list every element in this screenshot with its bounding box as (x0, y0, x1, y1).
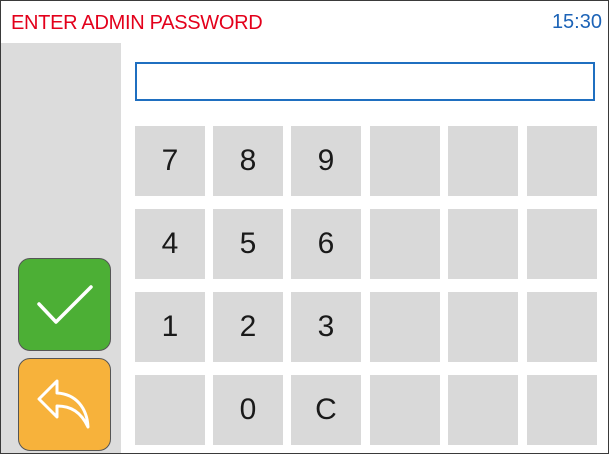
key-0[interactable]: 0 (213, 375, 283, 445)
key-blank (527, 209, 597, 279)
key-label: 4 (161, 227, 179, 260)
key-blank (370, 375, 440, 445)
key-label: 8 (239, 144, 257, 177)
back-arrow-icon (37, 379, 89, 428)
key-blank (448, 126, 518, 196)
key-label: C (315, 393, 337, 426)
checkmark-icon (36, 284, 93, 324)
key-label: 3 (317, 310, 335, 343)
page-title: ENTER ADMIN PASSWORD (11, 12, 263, 34)
key-label: 7 (161, 144, 179, 177)
key-blank (448, 292, 518, 362)
key-5[interactable]: 5 (213, 209, 283, 279)
key-clear[interactable]: C (291, 375, 361, 445)
key-blank (527, 292, 597, 362)
key-blank (448, 209, 518, 279)
key-blank (370, 126, 440, 196)
key-label: 6 (317, 227, 335, 260)
key-8[interactable]: 8 (213, 126, 283, 196)
key-blank (527, 126, 597, 196)
key-7[interactable]: 7 (135, 126, 205, 196)
key-9[interactable]: 9 (291, 126, 361, 196)
header-bar: ENTER ADMIN PASSWORD 15:30 (1, 1, 608, 43)
key-blank (448, 375, 518, 445)
key-2[interactable]: 2 (213, 292, 283, 362)
confirm-button[interactable] (18, 258, 111, 351)
key-label: 9 (317, 144, 335, 177)
back-button[interactable] (18, 358, 111, 451)
password-input[interactable] (135, 62, 595, 101)
key-blank (135, 375, 205, 445)
key-label: 1 (161, 310, 179, 343)
key-label: 0 (239, 393, 257, 426)
key-blank (370, 209, 440, 279)
key-label: 2 (239, 310, 257, 343)
key-6[interactable]: 6 (291, 209, 361, 279)
key-blank (370, 292, 440, 362)
admin-password-screen: ENTER ADMIN PASSWORD 15:30 7 8 9 4 5 6 1… (0, 0, 609, 454)
key-label: 5 (239, 227, 257, 260)
key-4[interactable]: 4 (135, 209, 205, 279)
clock: 15:30 (551, 11, 602, 33)
key-1[interactable]: 1 (135, 292, 205, 362)
key-blank (527, 375, 597, 445)
key-3[interactable]: 3 (291, 292, 361, 362)
